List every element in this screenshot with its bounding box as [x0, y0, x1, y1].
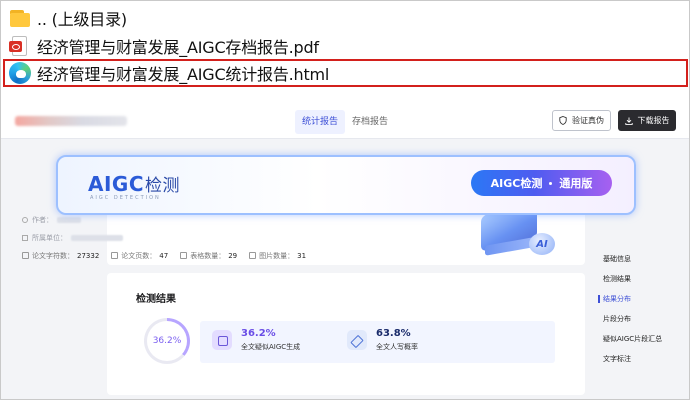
- pen-icon: [347, 330, 367, 350]
- results-summary-box: 36.2% 全文疑似AIGC生成 63.8% 全文人写概率: [200, 321, 555, 363]
- separator-dot: [549, 181, 553, 185]
- unit-line: 所属单位：: [22, 233, 123, 243]
- tab-archive-report[interactable]: 存档报告: [345, 110, 395, 134]
- file-row-parent-dir[interactable]: .. (上级目录): [5, 5, 687, 31]
- edge-browser-icon: [9, 62, 31, 84]
- pill-edition-label: 通用版: [559, 177, 593, 190]
- document-icon: [22, 252, 29, 259]
- download-label: 下载报告: [637, 116, 670, 125]
- human-label: 全文人写概率: [376, 343, 418, 351]
- author-value-blurred: [57, 217, 81, 223]
- file-name: .. (上级目录): [37, 10, 127, 29]
- file-name: 经济管理与财富发展_AIGC存档报告.pdf: [37, 38, 319, 57]
- human-result: 63.8% 全文人写概率: [347, 328, 418, 352]
- report-tabs: 统计报告 存档报告: [295, 110, 395, 134]
- report-preview: 统计报告 存档报告 验证真伪 下载报告 作者： 所属单位： 论文字符数： 2733…: [1, 105, 689, 399]
- ring-value: 36.2%: [152, 336, 182, 346]
- download-report-button[interactable]: 下载报告: [618, 110, 676, 131]
- ai-value: 36.2%: [241, 328, 276, 339]
- nav-suspected-aigc-fragments[interactable]: 疑似AIGC片段汇总: [593, 329, 689, 349]
- author-line: 作者：: [22, 215, 81, 225]
- building-icon: [22, 235, 28, 241]
- site-logo-blurred: [15, 116, 127, 126]
- table-icon: [180, 252, 188, 259]
- file-name: 经济管理与财富发展_AIGC统计报告.html: [37, 65, 330, 84]
- nav-fragment-distribution[interactable]: 片段分布: [593, 309, 689, 329]
- pdf-file-icon: [9, 35, 31, 57]
- image-icon: [249, 252, 257, 259]
- user-icon: [22, 217, 28, 223]
- unit-value-blurred: [71, 235, 123, 241]
- human-value: 63.8%: [376, 328, 411, 339]
- pill-product-label: AIGC检测: [490, 177, 543, 190]
- detection-results-card: 检测结果 36.2% 36.2% 全文疑似AIGC生成 63.8% 全文人写概率: [107, 273, 585, 395]
- ai-label: 全文疑似AIGC生成: [241, 343, 301, 351]
- shield-icon: [559, 116, 567, 125]
- tab-statistics-report[interactable]: 统计报告: [295, 110, 346, 134]
- download-icon: [624, 117, 633, 125]
- ai-result: 36.2% 全文疑似AIGC生成: [212, 328, 300, 352]
- file-row-pdf[interactable]: 经济管理与财富发展_AIGC存档报告.pdf: [5, 33, 687, 59]
- unit-label: 所属单位：: [32, 234, 67, 242]
- nav-result-distribution[interactable]: 结果分布: [593, 289, 689, 309]
- stat-char-count: 论文字符数： 27332: [22, 251, 99, 261]
- page-icon: [111, 252, 119, 259]
- nav-basic-info[interactable]: 基础信息: [593, 249, 689, 269]
- verify-label: 验证真伪: [572, 116, 604, 125]
- report-side-nav: 基础信息 检测结果 结果分布 片段分布 疑似AIGC片段汇总 文字标注: [593, 249, 689, 369]
- folder-icon: [9, 7, 31, 29]
- author-label: 作者：: [32, 216, 53, 224]
- stat-image-count: 图片数量： 31: [249, 251, 306, 261]
- results-title: 检测结果: [136, 294, 176, 305]
- edition-pill: AIGC检测 通用版: [471, 170, 612, 196]
- screenshot-frame: .. (上级目录) 经济管理与财富发展_AIGC存档报告.pdf 经济管理与财富…: [0, 0, 690, 400]
- aigc-detection-banner: AIGC检测 AIGC DETECTION AIGC检测 通用版: [56, 155, 636, 215]
- stat-table-count: 表格数量： 29: [180, 251, 237, 261]
- stat-page-count: 论文页数： 47: [111, 251, 168, 261]
- file-list: .. (上级目录) 经济管理与财富发展_AIGC存档报告.pdf 经济管理与财富…: [1, 1, 689, 101]
- verify-authenticity-button[interactable]: 验证真伪: [552, 110, 611, 131]
- file-row-html-selected[interactable]: 经济管理与财富发展_AIGC统计报告.html: [3, 59, 688, 87]
- ai-generated-icon: [212, 330, 232, 350]
- report-topbar: 统计报告 存档报告 验证真伪 下载报告: [1, 105, 689, 139]
- aigc-logo: AIGC检测: [88, 172, 181, 196]
- nav-detection-results[interactable]: 检测结果: [593, 269, 689, 289]
- aigc-logo-subtitle: AIGC DETECTION: [90, 195, 161, 201]
- aigc-ratio-ring: 36.2%: [144, 318, 190, 364]
- nav-text-annotation[interactable]: 文字标注: [593, 349, 689, 369]
- document-stats: 论文字符数： 27332 论文页数： 47 表格数量： 29 图片数量： 31: [22, 251, 306, 261]
